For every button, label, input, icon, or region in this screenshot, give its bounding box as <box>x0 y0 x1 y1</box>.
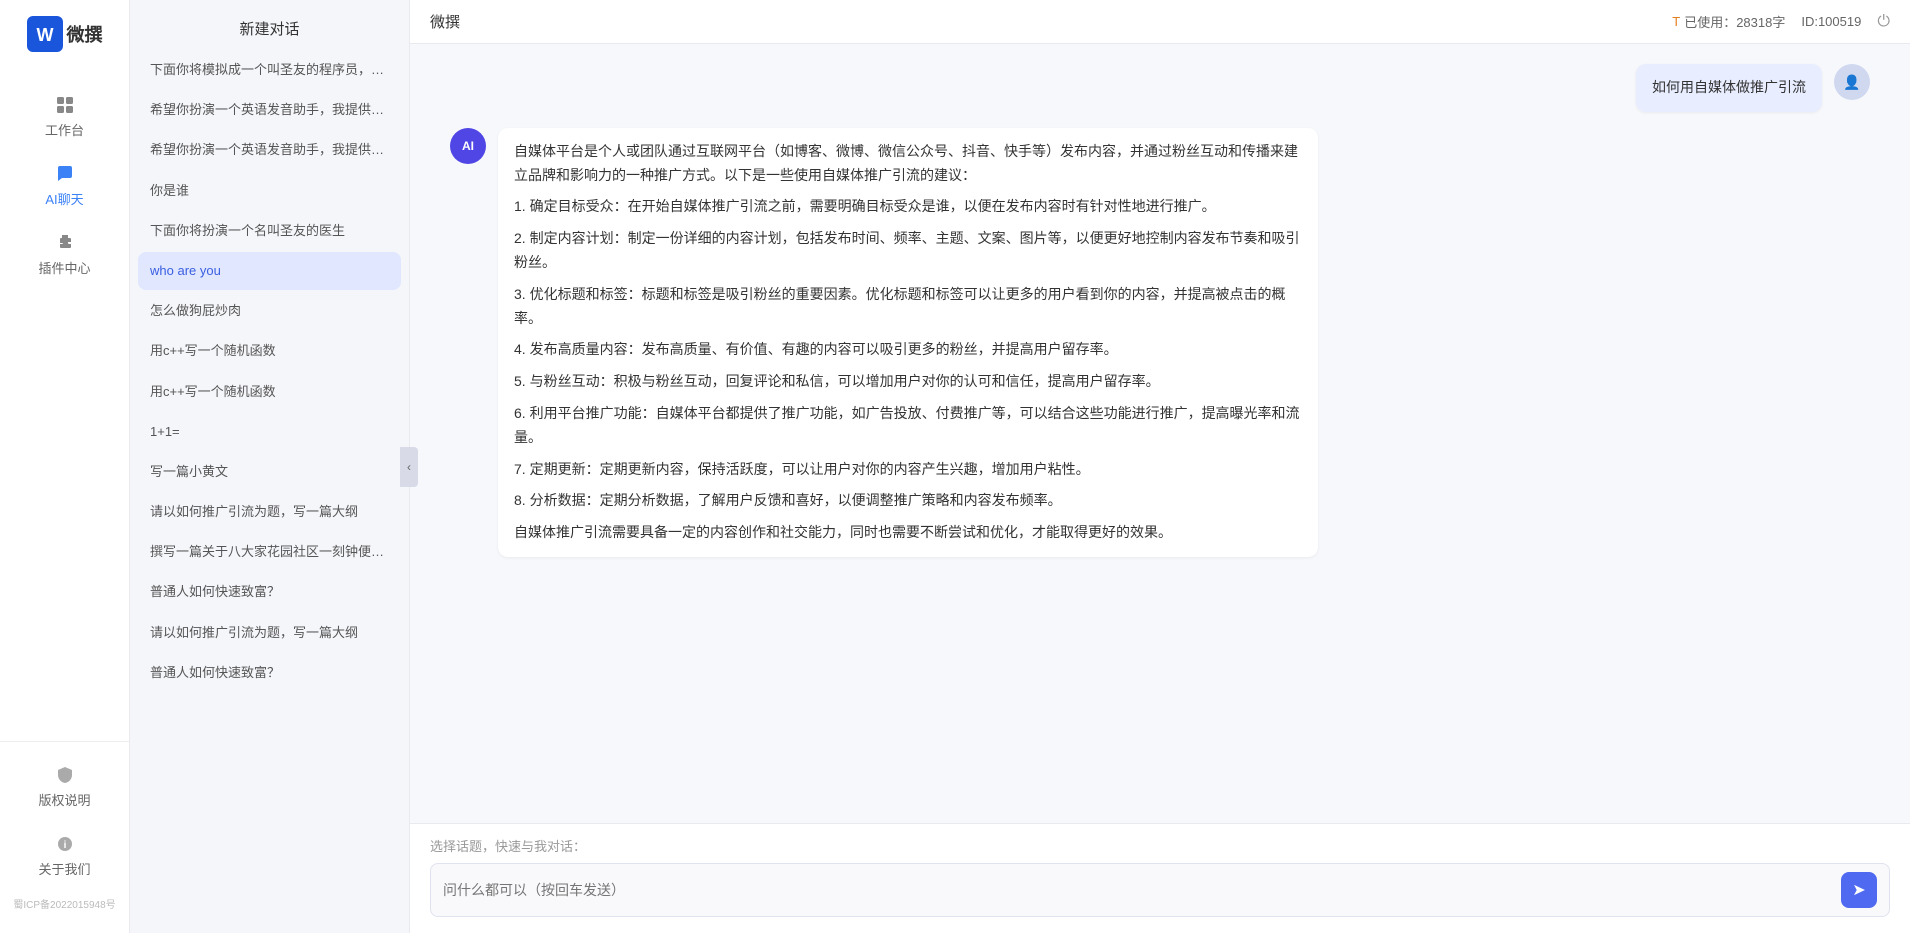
new-chat-button[interactable]: 新建对话 <box>130 0 409 51</box>
top-bar: 微撰 T 已使用：28318字 ID:100519 ⏻ <box>410 0 1910 44</box>
power-icon[interactable]: ⏻ <box>1877 13 1890 31</box>
chat-list-item[interactable]: 请以如何推广引流为题，写一篇大纲 <box>138 614 401 652</box>
sidebar-item-copyright[interactable]: 版权说明 <box>0 752 129 821</box>
chat-list-item[interactable]: 下面你将模拟成一个叫圣友的程序员，我说... <box>138 51 401 89</box>
chat-list-item[interactable]: 普通人如何快速致富？ <box>138 573 401 611</box>
chat-list-item[interactable]: 请以如何推广引流为题，写一篇大纲 <box>138 493 401 531</box>
usage-info: T 已使用：28318字 <box>1672 12 1785 31</box>
message-input[interactable] <box>443 882 1841 898</box>
ai-paragraph-8: 8. 分析数据：定期分析数据，了解用户反馈和喜好，以便调整推广策略和内容发布频率… <box>514 489 1302 513</box>
logo-icon: W <box>27 16 63 52</box>
chat-list-item[interactable]: 写一篇小黄文 <box>138 453 401 491</box>
ai-paragraph-2: 2. 制定内容计划：制定一份详细的内容计划，包括发布时间、频率、主题、文案、图片… <box>514 227 1302 275</box>
logo-text: 微撰 <box>67 21 103 47</box>
ai-paragraph-6: 6. 利用平台推广功能：自媒体平台都提供了推广功能，如广告投放、付费推广等，可以… <box>514 402 1302 450</box>
top-bar-title: 微撰 <box>430 11 460 32</box>
quick-topics-label: 选择话题，快速与我对话： <box>430 836 1890 855</box>
chat-list-items: 下面你将模拟成一个叫圣友的程序员，我说...希望你扮演一个英语发音助手，我提供给… <box>130 51 409 933</box>
shield-icon <box>54 764 76 786</box>
nav-items: 工作台 AI聊天 插件中心 <box>0 82 129 741</box>
chat-list-item[interactable]: 下面你将扮演一个名叫圣友的医生 <box>138 212 401 250</box>
chat-list-item[interactable]: 1+1= <box>138 413 401 451</box>
ai-avatar: AI <box>450 128 486 164</box>
ai-paragraph-9: 自媒体推广引流需要具备一定的内容创作和社交能力，同时也需要不断尝试和优化，才能取… <box>514 521 1302 545</box>
text-count-icon: T <box>1672 14 1680 29</box>
chat-list-item[interactable]: 希望你扮演一个英语发音助手，我提供给你... <box>138 91 401 129</box>
chat-list-item[interactable]: 用c++写一个随机函数 <box>138 373 401 411</box>
user-avatar: 👤 <box>1834 64 1870 100</box>
chat-icon <box>54 163 76 185</box>
chat-list-item[interactable]: who are you <box>138 252 401 290</box>
ai-paragraph-4: 4. 发布高质量内容：发布高质量、有价值、有趣的内容可以吸引更多的粉丝，并提高用… <box>514 338 1302 362</box>
user-message-text: 如何用自媒体做推广引流 <box>1652 79 1806 95</box>
send-icon: ➤ <box>1852 880 1865 900</box>
main-area: 微撰 T 已使用：28318字 ID:100519 ⏻ 👤 如何用自媒体做推广引… <box>410 0 1910 933</box>
sidebar-nav: W 微撰 工作台 AI聊天 <box>0 0 130 933</box>
chevron-left-icon: ‹ <box>407 460 411 474</box>
workbench-label: 工作台 <box>45 120 84 139</box>
ai-paragraph-5: 5. 与粉丝互动：积极与粉丝互动，回复评论和私信，可以增加用户对你的认可和信任，… <box>514 370 1302 394</box>
sidebar-item-ai-chat[interactable]: AI聊天 <box>0 151 129 220</box>
chat-list-item[interactable]: 撰写一篇关于八大家花园社区一刻钟便民生... <box>138 533 401 571</box>
nav-bottom: 版权说明 i 关于我们 蜀ICP备2022015948号 <box>0 741 129 917</box>
svg-text:W: W <box>36 25 53 45</box>
chat-list: 新建对话 下面你将模拟成一个叫圣友的程序员，我说...希望你扮演一个英语发音助手… <box>130 0 410 933</box>
user-message-bubble: 如何用自媒体做推广引流 <box>1636 64 1822 112</box>
logo: W 微撰 <box>17 16 113 52</box>
user-message-row: 👤 如何用自媒体做推广引流 <box>450 64 1870 112</box>
ai-chat-label: AI聊天 <box>45 189 83 208</box>
sidebar-item-about[interactable]: i 关于我们 <box>0 821 129 890</box>
copyright-label: 版权说明 <box>38 790 90 809</box>
plugins-label: 插件中心 <box>38 258 90 277</box>
info-icon: i <box>54 833 76 855</box>
ai-message-bubble: 自媒体平台是个人或团队通过互联网平台（如博客、微博、微信公众号、抖音、快手等）发… <box>498 128 1318 557</box>
chat-list-item[interactable]: 你是谁 <box>138 172 401 210</box>
input-area: 选择话题，快速与我对话： ➤ <box>410 823 1910 933</box>
svg-text:i: i <box>63 840 66 851</box>
ai-paragraph-7: 7. 定期更新：定期更新内容，保持活跃度，可以让用户对你的内容产生兴趣，增加用户… <box>514 458 1302 482</box>
input-row: ➤ <box>430 863 1890 917</box>
chat-list-item[interactable]: 希望你扮演一个英语发音助手，我提供给你... <box>138 131 401 169</box>
top-bar-right: T 已使用：28318字 ID:100519 ⏻ <box>1672 12 1890 31</box>
sidebar-item-plugins[interactable]: 插件中心 <box>0 220 129 289</box>
chat-messages: 👤 如何用自媒体做推广引流 AI 自媒体平台是个人或团队通过互联网平台（如博客、… <box>410 44 1910 823</box>
chat-list-item[interactable]: 普通人如何快速致富？ <box>138 654 401 692</box>
ai-paragraph-0: 自媒体平台是个人或团队通过互联网平台（如博客、微博、微信公众号、抖音、快手等）发… <box>514 140 1302 188</box>
ai-paragraph-3: 3. 优化标题和标签：标题和标签是吸引粉丝的重要因素。优化标题和标签可以让更多的… <box>514 283 1302 331</box>
usage-text: 已使用：28318字 <box>1684 12 1785 31</box>
grid-icon <box>54 94 76 116</box>
ai-message-row: AI 自媒体平台是个人或团队通过互联网平台（如博客、微博、微信公众号、抖音、快手… <box>450 128 1870 557</box>
user-id: ID:100519 <box>1801 14 1861 29</box>
ai-paragraph-1: 1. 确定目标受众：在开始自媒体推广引流之前，需要明确目标受众是谁，以便在发布内… <box>514 195 1302 219</box>
collapse-button[interactable]: ‹ <box>400 447 418 487</box>
about-label: 关于我们 <box>38 859 90 878</box>
icp-text: 蜀ICP备2022015948号 <box>0 890 129 917</box>
sidebar-item-workbench[interactable]: 工作台 <box>0 82 129 151</box>
puzzle-icon <box>54 232 76 254</box>
chat-list-item[interactable]: 怎么做狗屁炒肉 <box>138 292 401 330</box>
send-button[interactable]: ➤ <box>1841 872 1877 908</box>
chat-list-item[interactable]: 用c++写一个随机函数 <box>138 332 401 370</box>
